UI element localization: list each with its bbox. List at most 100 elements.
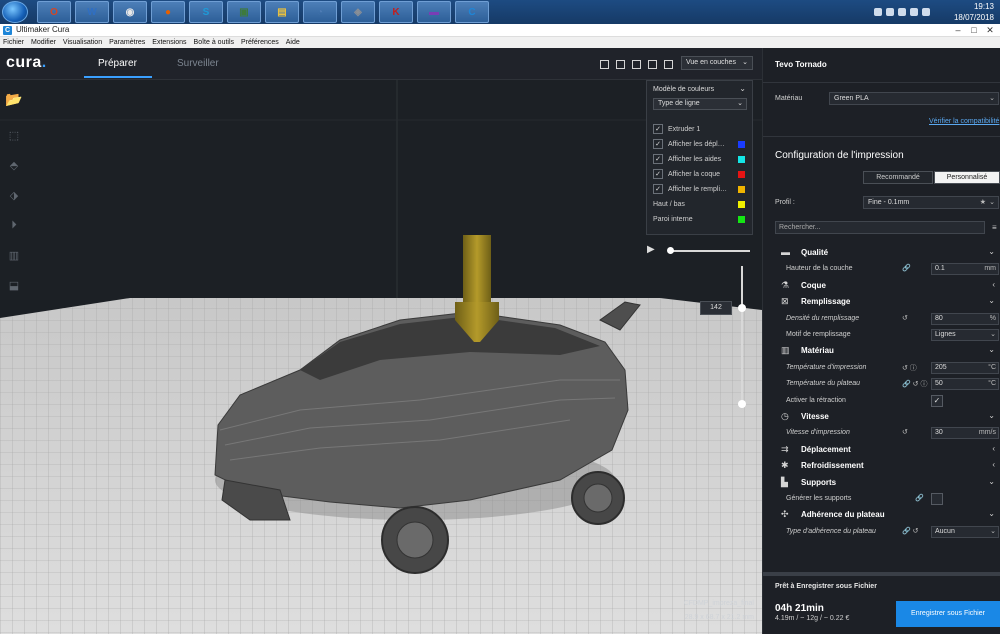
minimize-button[interactable]: – (952, 24, 964, 36)
move-tool-icon[interactable]: ⬚ (3, 124, 25, 146)
save-to-file-button[interactable]: Enregistrer sous Fichier (896, 601, 1000, 627)
link-icon[interactable]: 🔗 (915, 494, 924, 502)
line-type-toggle[interactable]: ✓ Afficher la coque (653, 168, 749, 180)
printer-name[interactable]: Tevo Tornado (775, 60, 827, 69)
layer-path-handle[interactable] (667, 247, 674, 254)
line-type-toggle[interactable]: Haut / bas (653, 198, 749, 210)
category-déplacement[interactable]: ⇉ Déplacement ‹ (763, 443, 1000, 457)
setting-state-icons[interactable]: ↺ (902, 314, 908, 322)
checkbox[interactable]: ✓ (653, 139, 663, 149)
chevron-icon[interactable]: ⌄ (988, 411, 995, 420)
menu-modifier[interactable]: Modifier (31, 39, 56, 46)
material-select[interactable]: Green PLA ⌄ (829, 92, 999, 105)
menu-paramètres[interactable]: Paramètres (109, 39, 145, 46)
setting-value-field[interactable]: 50 °C (931, 378, 999, 391)
taskbar-app-button[interactable]: ◔ (303, 1, 337, 23)
tray-icon[interactable] (898, 8, 906, 16)
line-type-toggle[interactable]: ✓ Afficher le rempli… (653, 183, 749, 195)
recommended-mode-button[interactable]: Recommandé (863, 171, 933, 184)
menu-extensions[interactable]: Extensions (152, 39, 186, 46)
profile-select[interactable]: Fine - 0.1mm ★ ⌄ (863, 196, 999, 209)
setting-state-icons[interactable]: 🔗 ↺ ⓘ (902, 379, 927, 389)
tab-monitor[interactable]: Surveiller (177, 58, 219, 69)
current-layer-field[interactable]: 142 (700, 301, 732, 315)
setting-value-field[interactable]: Aucun ⌄ (931, 525, 999, 538)
category-supports[interactable]: ▙ Supports ⌄ (763, 476, 1000, 490)
taskbar-app-button[interactable]: ● (151, 1, 185, 23)
checkbox[interactable]: ✓ (653, 169, 663, 179)
taskbar-app-button[interactable]: ▤ (265, 1, 299, 23)
setting-value-field[interactable]: 80% (931, 312, 999, 325)
mirror-tool-icon[interactable]: ⏵ (3, 214, 25, 236)
color-scheme-select[interactable]: Type de ligne ⌄ (653, 98, 747, 110)
tray-icon[interactable] (886, 8, 894, 16)
taskbar-app-button[interactable]: C (455, 1, 489, 23)
star-icon[interactable]: ★ (980, 197, 986, 208)
taskbar-app-button[interactable]: ▬ (417, 1, 451, 23)
category-refroidissement[interactable]: ✱ Refroidissement ‹ (763, 459, 1000, 473)
setting-checkbox[interactable]: ✓ (931, 394, 943, 407)
settings-search-input[interactable]: Rechercher... (775, 221, 985, 234)
menu-fichier[interactable]: Fichier (3, 39, 24, 46)
view-left-icon[interactable] (648, 60, 657, 69)
layer-slider[interactable] (741, 266, 743, 404)
category-remplissage[interactable]: ⊠ Remplissage ⌄ (763, 295, 1000, 309)
setting-state-icons[interactable]: ↺ (902, 428, 908, 436)
category-qualité[interactable]: ▬ Qualité ⌄ (763, 246, 1000, 260)
play-simulation-button[interactable]: ▶ (647, 245, 657, 255)
checkbox[interactable]: ✓ (653, 124, 663, 134)
chevron-icon[interactable]: ⌄ (988, 477, 995, 486)
custom-mode-button[interactable]: Personnalisé (934, 171, 1000, 184)
checkbox[interactable]: ✓ (653, 154, 663, 164)
per-model-settings-icon[interactable]: ▥ (3, 244, 25, 266)
taskbar-app-button[interactable]: ◉ (113, 1, 147, 23)
setting-value-field[interactable]: 0.1 mm (931, 263, 999, 276)
tray-icon[interactable] (922, 8, 930, 16)
category-coque[interactable]: ⚗ Coque ‹ (763, 279, 1000, 293)
taskbar-app-button[interactable]: K (379, 1, 413, 23)
close-button[interactable]: ✕ (984, 24, 996, 36)
taskbar-app-button[interactable]: ▣ (227, 1, 261, 23)
menu-préférences[interactable]: Préférences (241, 39, 279, 46)
view-3d-icon[interactable] (600, 60, 609, 69)
layer-upper-handle[interactable] (738, 304, 746, 312)
line-type-toggle[interactable]: ✓ Afficher les aides (653, 153, 749, 165)
chevron-icon[interactable]: ⌄ (988, 296, 995, 305)
scale-tool-icon[interactable]: ⬘ (3, 154, 25, 176)
view-top-icon[interactable] (632, 60, 641, 69)
setting-value-field[interactable]: 205 °C (931, 361, 999, 374)
menu-visualisation[interactable]: Visualisation (63, 39, 102, 46)
menu-boîte-à-outils[interactable]: Boîte à outils (194, 39, 234, 46)
tray-icon[interactable] (874, 8, 882, 16)
checkbox[interactable]: ✓ (653, 184, 663, 194)
setting-value-field[interactable]: 30 mm/s (931, 427, 999, 440)
tab-prepare[interactable]: Préparer (98, 58, 137, 69)
setting-state-icons[interactable]: 🔗 ↺ (902, 527, 919, 535)
setting-checkbox[interactable] (931, 493, 943, 505)
chevron-icon[interactable]: ‹ (992, 444, 995, 453)
chevron-down-icon[interactable]: ⌄ (739, 84, 746, 93)
line-type-toggle[interactable]: Paroi interne (653, 213, 749, 225)
category-matériau[interactable]: ▥ Matériau ⌄ (763, 344, 1000, 358)
chevron-icon[interactable]: ‹ (992, 460, 995, 469)
setting-state-icons[interactable]: 🔗 (902, 264, 911, 272)
taskbar-app-button[interactable]: O (37, 1, 71, 23)
chevron-icon[interactable]: ‹ (992, 280, 995, 289)
view-front-icon[interactable] (616, 60, 625, 69)
setting-value-field[interactable]: Lignes ⌄ (931, 329, 999, 341)
maximize-button[interactable]: □ (968, 24, 980, 36)
start-button[interactable] (2, 1, 28, 23)
system-clock[interactable]: 19:13 18/07/2018 (954, 1, 994, 23)
support-blocker-icon[interactable]: ⬓ (3, 274, 25, 296)
layer-lower-handle[interactable] (738, 400, 746, 408)
taskbar-app-button[interactable]: ◈ (341, 1, 375, 23)
check-compatibility-link[interactable]: Vérifier la compatibilité (929, 118, 999, 125)
setting-state-icons[interactable]: ↺ ⓘ (902, 363, 917, 373)
menu-aide[interactable]: Aide (286, 39, 300, 46)
chevron-icon[interactable]: ⌄ (988, 345, 995, 354)
layer-path-slider[interactable] (668, 250, 750, 252)
line-type-toggle[interactable]: ✓ Afficher les dépl… (653, 138, 749, 150)
settings-menu-icon[interactable]: ≡ (992, 223, 997, 232)
taskbar-app-button[interactable]: W (75, 1, 109, 23)
taskbar-app-button[interactable]: S (189, 1, 223, 23)
